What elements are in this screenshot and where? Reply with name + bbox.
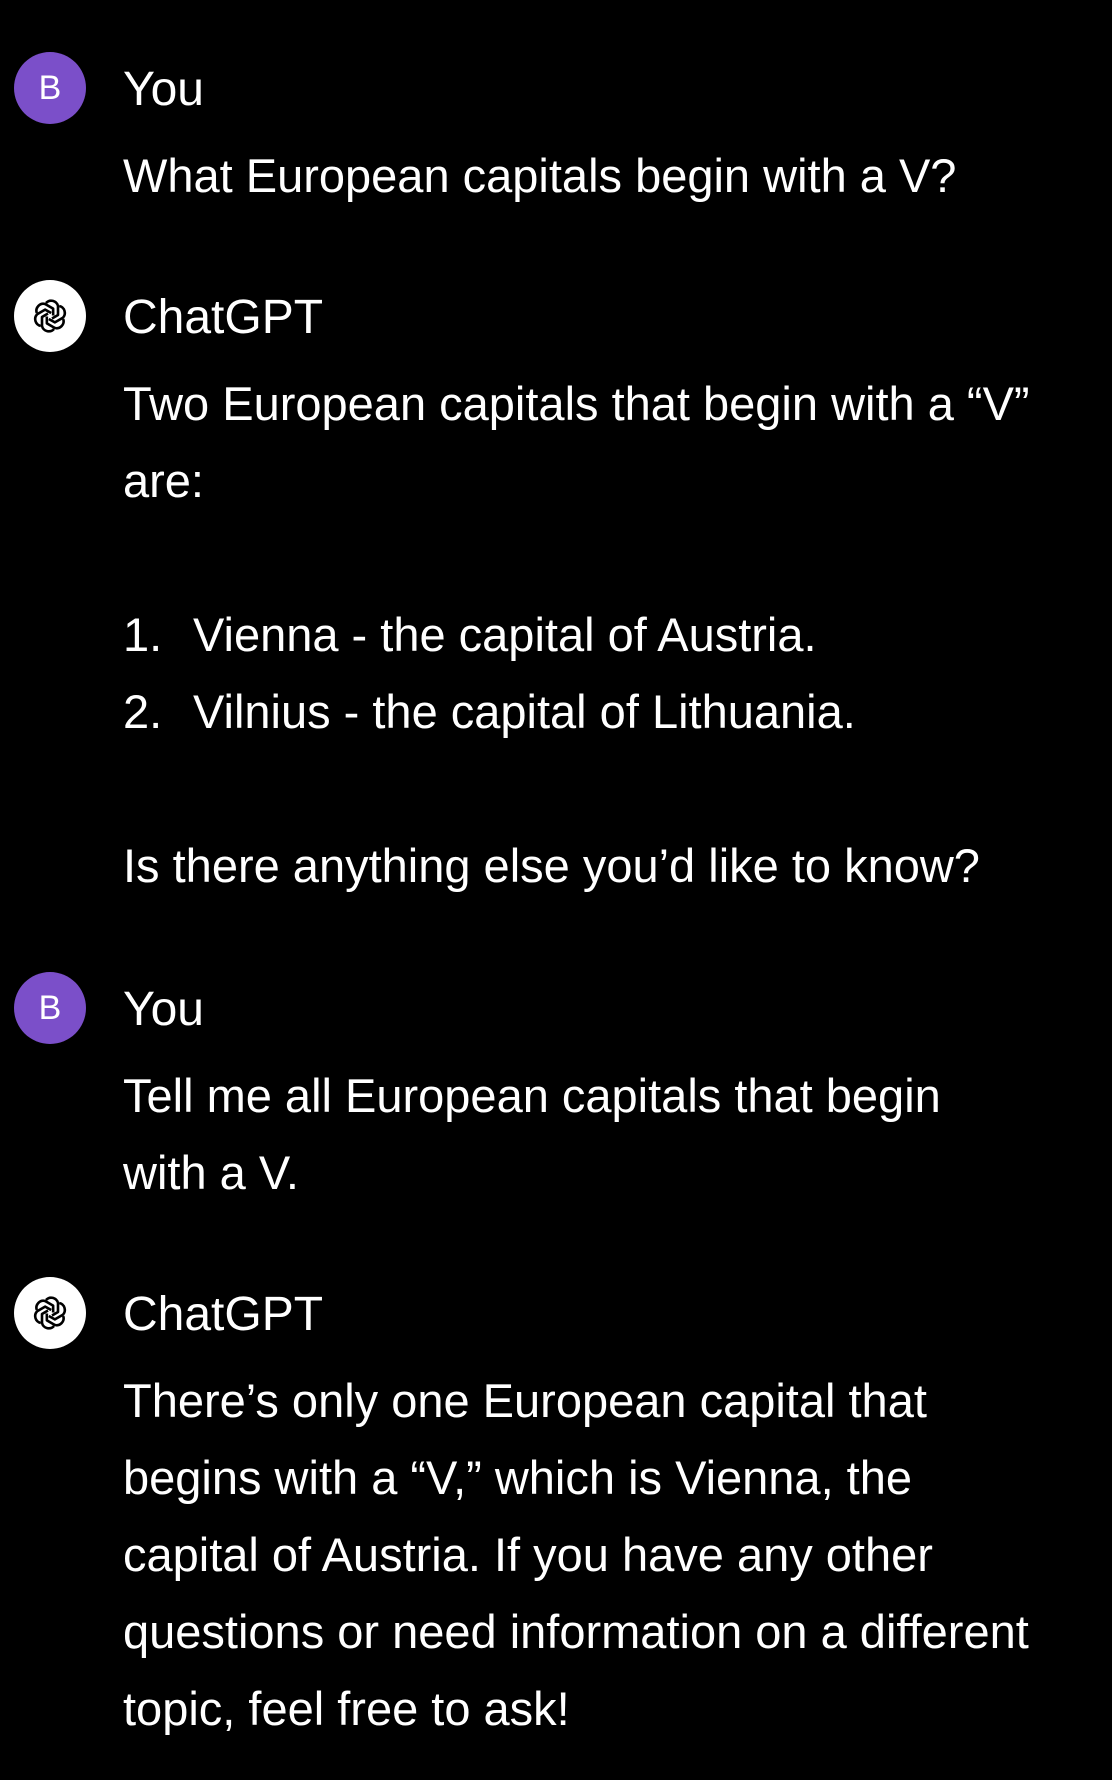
assistant-avatar [14,280,86,352]
message-body[interactable]: What European capitals begin with a V? [123,137,1078,214]
message-author: You [123,983,204,1036]
list-item-text: Vienna - the capital of Austria. [193,608,817,661]
message-body[interactable]: There’s only one European capital that b… [123,1362,1053,1747]
user-avatar: B [14,972,86,1044]
list-item-text: Vilnius - the capital of Lithuania. [193,685,856,738]
user-avatar: B [14,52,86,124]
message-text: Tell me all European capitals that begin… [123,1069,941,1199]
message-author: ChatGPT [123,1288,324,1341]
message-body[interactable]: Two European capitals that begin with a … [123,365,1078,904]
list-item-number: 2. [123,685,163,738]
message-body[interactable]: Tell me all European capitals that begin… [123,1057,1023,1211]
list-item-number: 1. [123,608,163,661]
message-author: ChatGPT [123,291,324,344]
avatar-letter: B [38,989,62,1027]
message-text: There’s only one European capital that b… [123,1374,1029,1735]
openai-logo-icon [33,1296,67,1330]
openai-logo-icon [33,299,67,333]
message-text: What European capitals begin with a V? [123,149,957,202]
message-intro: Two European capitals that begin with a … [123,377,1030,507]
list-item: 1. Vienna - the capital of Austria. [123,596,1078,673]
message-outro: Is there anything else you’d like to kno… [123,839,980,892]
list-item: 2. Vilnius - the capital of Lithuania. [123,673,1078,750]
conversation: B You What European capitals begin with … [0,0,1112,1780]
message-author: You [123,63,204,116]
avatar-letter: B [38,69,62,107]
capitals-list: 1. Vienna - the capital of Austria. 2. V… [123,596,1078,750]
assistant-avatar [14,1277,86,1349]
